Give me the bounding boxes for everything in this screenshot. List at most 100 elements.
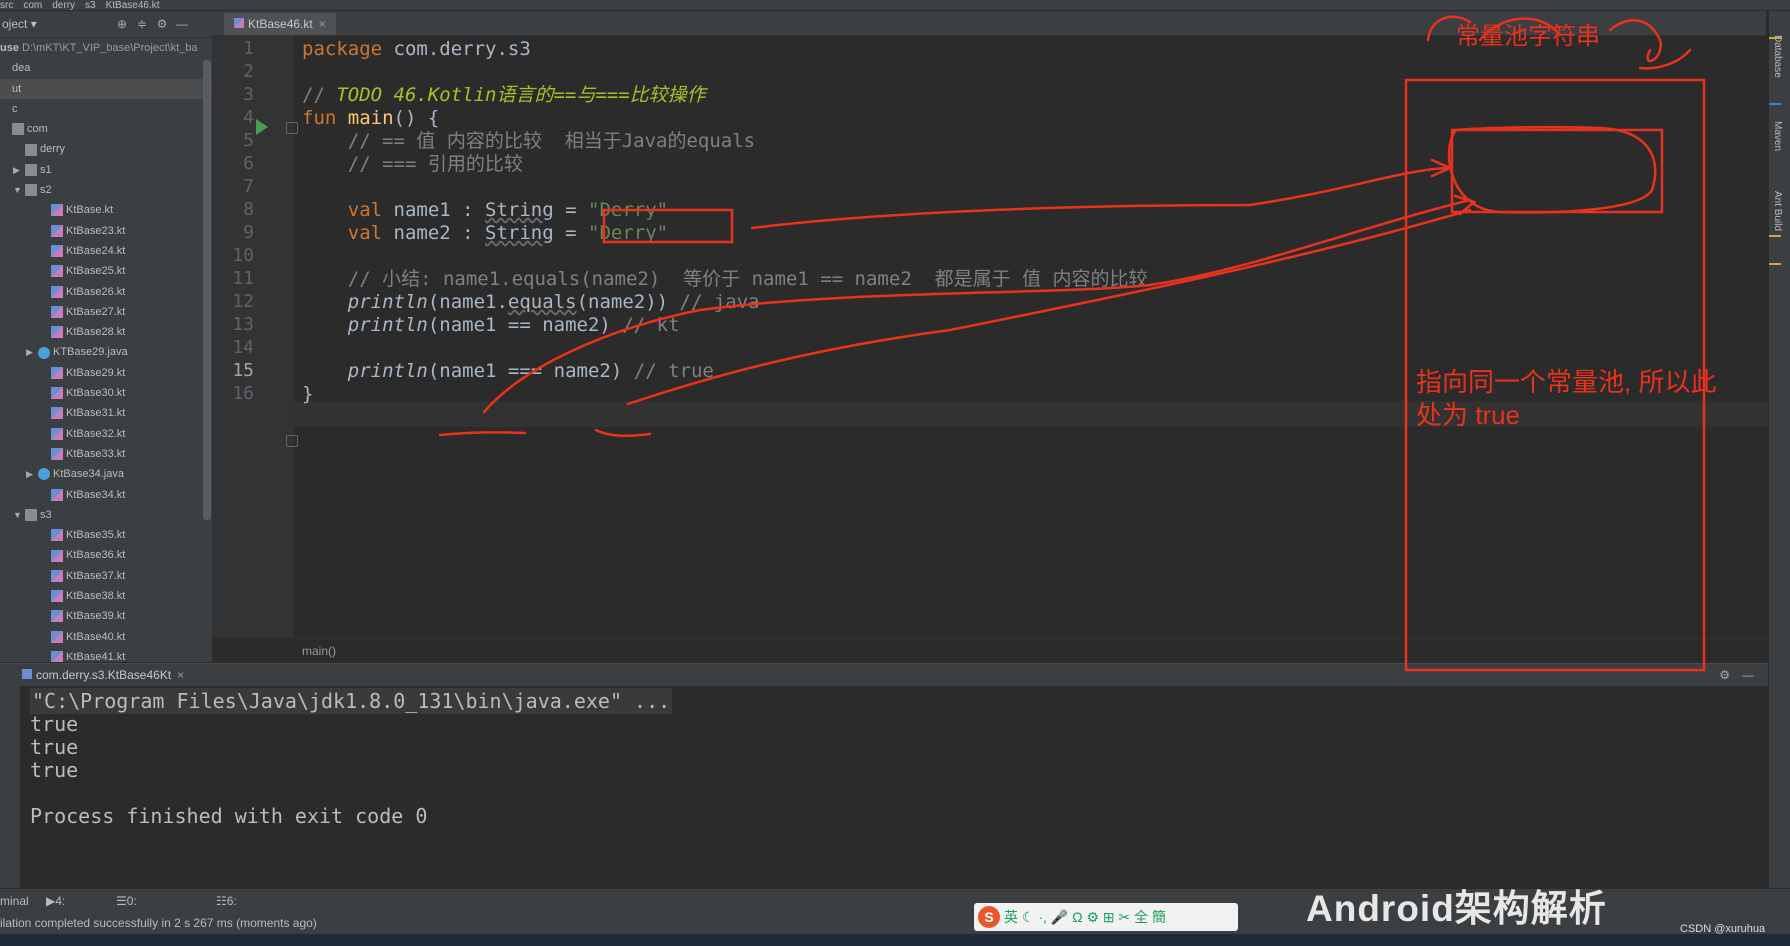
tree-item-label: KtBase36.kt [66,549,126,562]
code-line[interactable]: package com.derry.s3 [302,36,531,62]
run-tool-tab[interactable]: ▶ 4: Run [46,889,77,932]
run-tab[interactable]: com.derry.s3.KtBase46Kt × [22,664,184,686]
tree-item[interactable]: KtBase33.kt [0,444,212,464]
chevron-down-icon[interactable]: ▼ [13,180,25,200]
tree-item[interactable]: KtBase30.kt [0,383,212,403]
locate-icon[interactable]: ⊕ [112,17,132,31]
editor-tab-ktbase46[interactable]: KtBase46.kt × [224,13,336,35]
code-line[interactable]: println(name1 === name2) // true [302,358,714,384]
tree-item[interactable]: KtBase26.kt [0,282,212,302]
info-marker[interactable] [1769,103,1781,105]
run-gutter-icon[interactable] [256,119,268,135]
project-root[interactable]: use D:\mKT\KT_VIP_base\Project\kt_ba [0,38,212,58]
warning-marker[interactable] [1769,37,1781,39]
fold-open-icon[interactable] [286,122,298,134]
breadcrumb-item[interactable]: src [0,1,13,11]
code-token: println [347,360,428,382]
terminal-tab[interactable]: minal [0,889,29,913]
breadcrumb-item[interactable]: com [23,1,42,11]
chevron-down-icon[interactable]: ▼ [13,505,25,525]
warning-marker[interactable] [1769,235,1781,237]
fold-close-icon[interactable] [286,435,298,447]
tree-item[interactable]: KtBase31.kt [0,403,212,423]
kotlin-file-icon [51,427,63,440]
database-tool-button[interactable]: Database [1772,35,1783,78]
tree-item-label: KtBase26.kt [66,285,126,298]
tree-item[interactable]: KtBase23.kt [0,221,212,241]
tree-item[interactable]: KtBase27.kt [0,302,212,322]
code-line[interactable]: val name2 : String = "Derry" [302,220,668,246]
tree-item[interactable]: ▶ KtBase34.java [0,464,212,484]
tree-item[interactable]: KtBase32.kt [0,424,212,444]
tree-item[interactable]: ▼ s3 [0,505,212,525]
code-line[interactable]: // === 引用的比较 [302,151,523,177]
editor-breadcrumb[interactable]: main() [294,638,1768,662]
tree-item[interactable]: KtBase37.kt [0,566,212,586]
tree-item[interactable]: KtBase36.kt [0,545,212,565]
tree-item[interactable]: c [0,99,212,119]
tree-item[interactable]: KtBase29.kt [0,363,212,383]
tree-item[interactable]: KtBase35.kt [0,525,212,545]
chevron-right-icon[interactable]: ▶ [26,464,38,484]
tree-item[interactable]: KtBase40.kt [0,627,212,647]
tree-item-label: com [27,123,48,136]
annotation-middle-text: 指向同一个常量池, 所以此处为 true [1416,367,1717,430]
tree-item[interactable]: KtBase.kt [0,200,212,220]
tree-item[interactable]: ▼ s2 [0,180,212,200]
chevron-right-icon[interactable]: ▶ [26,342,38,362]
folder-icon [25,184,37,197]
tree-item[interactable]: KtBase38.kt [0,586,212,606]
kotlin-file-icon [51,265,63,278]
tree-item[interactable]: KtBase25.kt [0,261,212,281]
tree-item[interactable]: ▶ s1 [0,160,212,180]
code-line[interactable]: println(name1 == name2) // kt [302,312,680,338]
kotlin-file-icon [51,204,63,217]
gear-icon[interactable]: ⚙ [1719,664,1730,686]
maven-tool-button[interactable]: Maven [1772,121,1783,151]
chevron-right-icon[interactable]: ▶ [13,160,25,180]
tree-item-label: KtBase38.kt [66,590,126,603]
ime-toolbar[interactable]: S英 ☾ ·, 🎤 Ω ⚙ ⊞ ✂ 全 簡 [974,903,1238,931]
minimize-icon[interactable]: — [172,17,192,31]
tree-item[interactable]: KtBase24.kt [0,241,212,261]
breadcrumb-item[interactable]: s3 [85,1,96,11]
code-token: "Derry" [588,199,669,221]
ant-build-tool-button[interactable]: Ant Build [1772,191,1783,231]
project-view-selector[interactable]: oject ▾ [0,17,112,31]
breadcrumb-item[interactable]: KtBase46.kt [106,1,160,11]
minimize-icon[interactable]: — [1742,664,1754,686]
ime-mode-label: 英 [1004,909,1018,925]
code-text[interactable]: package com.derry.s3 // TODO 46.Kotlin语言的… [294,36,1768,638]
tree-item[interactable]: KtBase39.kt [0,606,212,626]
todo-tool-tab[interactable]: ☷ 6: TODO [216,889,261,932]
tree-item[interactable]: KtBase28.kt [0,322,212,342]
tree-item[interactable]: com [0,119,212,139]
tree-item-label: s2 [40,184,52,197]
close-icon[interactable]: × [319,17,326,31]
warning-marker[interactable] [1769,263,1781,265]
tree-item-label: KtBase28.kt [66,326,126,339]
breadcrumb-item[interactable]: derry [52,1,75,11]
code-token: equals [507,291,577,313]
tree-item[interactable]: ▶ KTBase29.java [0,342,212,362]
tree-item[interactable]: KtBase41.kt [0,647,212,662]
close-icon[interactable]: × [177,668,184,682]
tree-item[interactable]: derry [0,139,212,159]
collapse-icon[interactable]: ≑ [132,17,152,31]
tree-item[interactable]: dea [0,58,212,78]
kotlin-file-icon [51,590,63,603]
tree-item-label: KtBase23.kt [66,224,126,237]
project-scrollbar[interactable] [203,60,211,520]
watermark: Android架构解析 [1306,888,1607,929]
code-token: name2 : [393,222,486,244]
run-console-output[interactable]: "C:\Program Files\Java\jdk1.8.0_131\bin\… [20,686,1768,888]
tree-item[interactable]: ut [0,78,212,99]
tree-item[interactable]: KtBase34.kt [0,485,212,505]
kotlin-file-icon [234,18,244,28]
gear-icon[interactable]: ⚙ [152,17,172,31]
messages-tool-tab[interactable]: ☰ 0: Messages [116,889,181,932]
code-token: // kt [622,314,680,336]
code-line[interactable]: } [302,381,313,407]
